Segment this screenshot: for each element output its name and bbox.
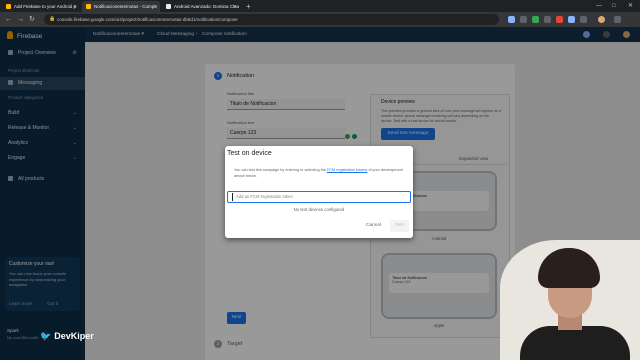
twitter-bird-icon: 🐦: [40, 331, 52, 341]
text-caret: [232, 193, 233, 201]
firebase-favicon-icon: [6, 4, 11, 9]
address-bar[interactable]: 🔒 console.firebase.google.com/u/4/projec…: [44, 14, 499, 25]
extension-icon[interactable]: [556, 16, 563, 23]
browser-toolbar: ← → ↻ 🔒 console.firebase.google.com/u/4/…: [0, 12, 640, 27]
watermark-text: DevKiper: [54, 331, 94, 341]
extension-icon[interactable]: [532, 16, 539, 23]
extension-icon[interactable]: [544, 16, 551, 23]
minimize-icon[interactable]: —: [596, 0, 602, 12]
fcm-tokens-link[interactable]: FCM registration tokens: [327, 168, 367, 172]
token-placeholder: Add an FCM registration token: [236, 194, 293, 199]
tab-title: Notificacionesremotas - Compo: [94, 4, 157, 9]
extension-icon[interactable]: [508, 16, 515, 23]
test-on-device-dialog: Test on device You can test this campaig…: [225, 146, 413, 238]
browser-tab-android-avanzado[interactable]: Android Avanzado: Domina Clea ✕: [162, 1, 240, 12]
fcm-token-input[interactable]: Add an FCM registration token: [227, 191, 411, 203]
close-tab-icon[interactable]: ✕: [153, 1, 157, 12]
devkiper-watermark: 🐦 DevKiper: [40, 331, 94, 342]
lock-icon: 🔒: [49, 16, 56, 22]
forward-icon[interactable]: →: [17, 14, 24, 25]
browser-tab-strip: Add Firebase to your Android p ✕ Notific…: [0, 0, 640, 12]
no-devices-message: No test devices configured: [293, 207, 345, 212]
reload-icon[interactable]: ↻: [29, 14, 35, 25]
back-icon[interactable]: ←: [5, 14, 12, 25]
extension-icon[interactable]: [568, 16, 575, 23]
presenter-webcam: [500, 240, 640, 360]
close-tab-icon[interactable]: ✕: [73, 1, 77, 12]
profile-avatar[interactable]: [598, 16, 605, 23]
dialog-description: You can test this campaign by entering o…: [234, 168, 409, 179]
more-menu-icon[interactable]: [614, 16, 621, 23]
tab-title: Android Avanzado: Domina Clea: [174, 4, 239, 9]
extension-icon[interactable]: [520, 16, 527, 23]
close-tab-icon[interactable]: ✕: [233, 1, 237, 12]
tab-title: Add Firebase to your Android p: [14, 4, 77, 9]
new-tab-icon[interactable]: +: [246, 1, 251, 12]
dialog-desc-pre: You can test this campaign by entering o…: [234, 168, 326, 172]
test-button[interactable]: Test: [390, 220, 409, 232]
dialog-title: Test on device: [227, 150, 272, 157]
puzzle-icon[interactable]: [580, 16, 587, 23]
firebase-favicon-icon: [86, 4, 91, 9]
maximize-icon[interactable]: □: [612, 0, 616, 12]
cancel-button[interactable]: Cancel: [366, 223, 381, 228]
url-text: console.firebase.google.com/u/4/project/…: [57, 17, 238, 22]
browser-tab-compose[interactable]: Notificacionesremotas - Compo ✕: [82, 1, 160, 12]
browser-tab-firebase-android[interactable]: Add Firebase to your Android p ✕: [2, 1, 80, 12]
close-window-icon[interactable]: ✕: [628, 0, 633, 12]
course-favicon-icon: [166, 4, 171, 9]
